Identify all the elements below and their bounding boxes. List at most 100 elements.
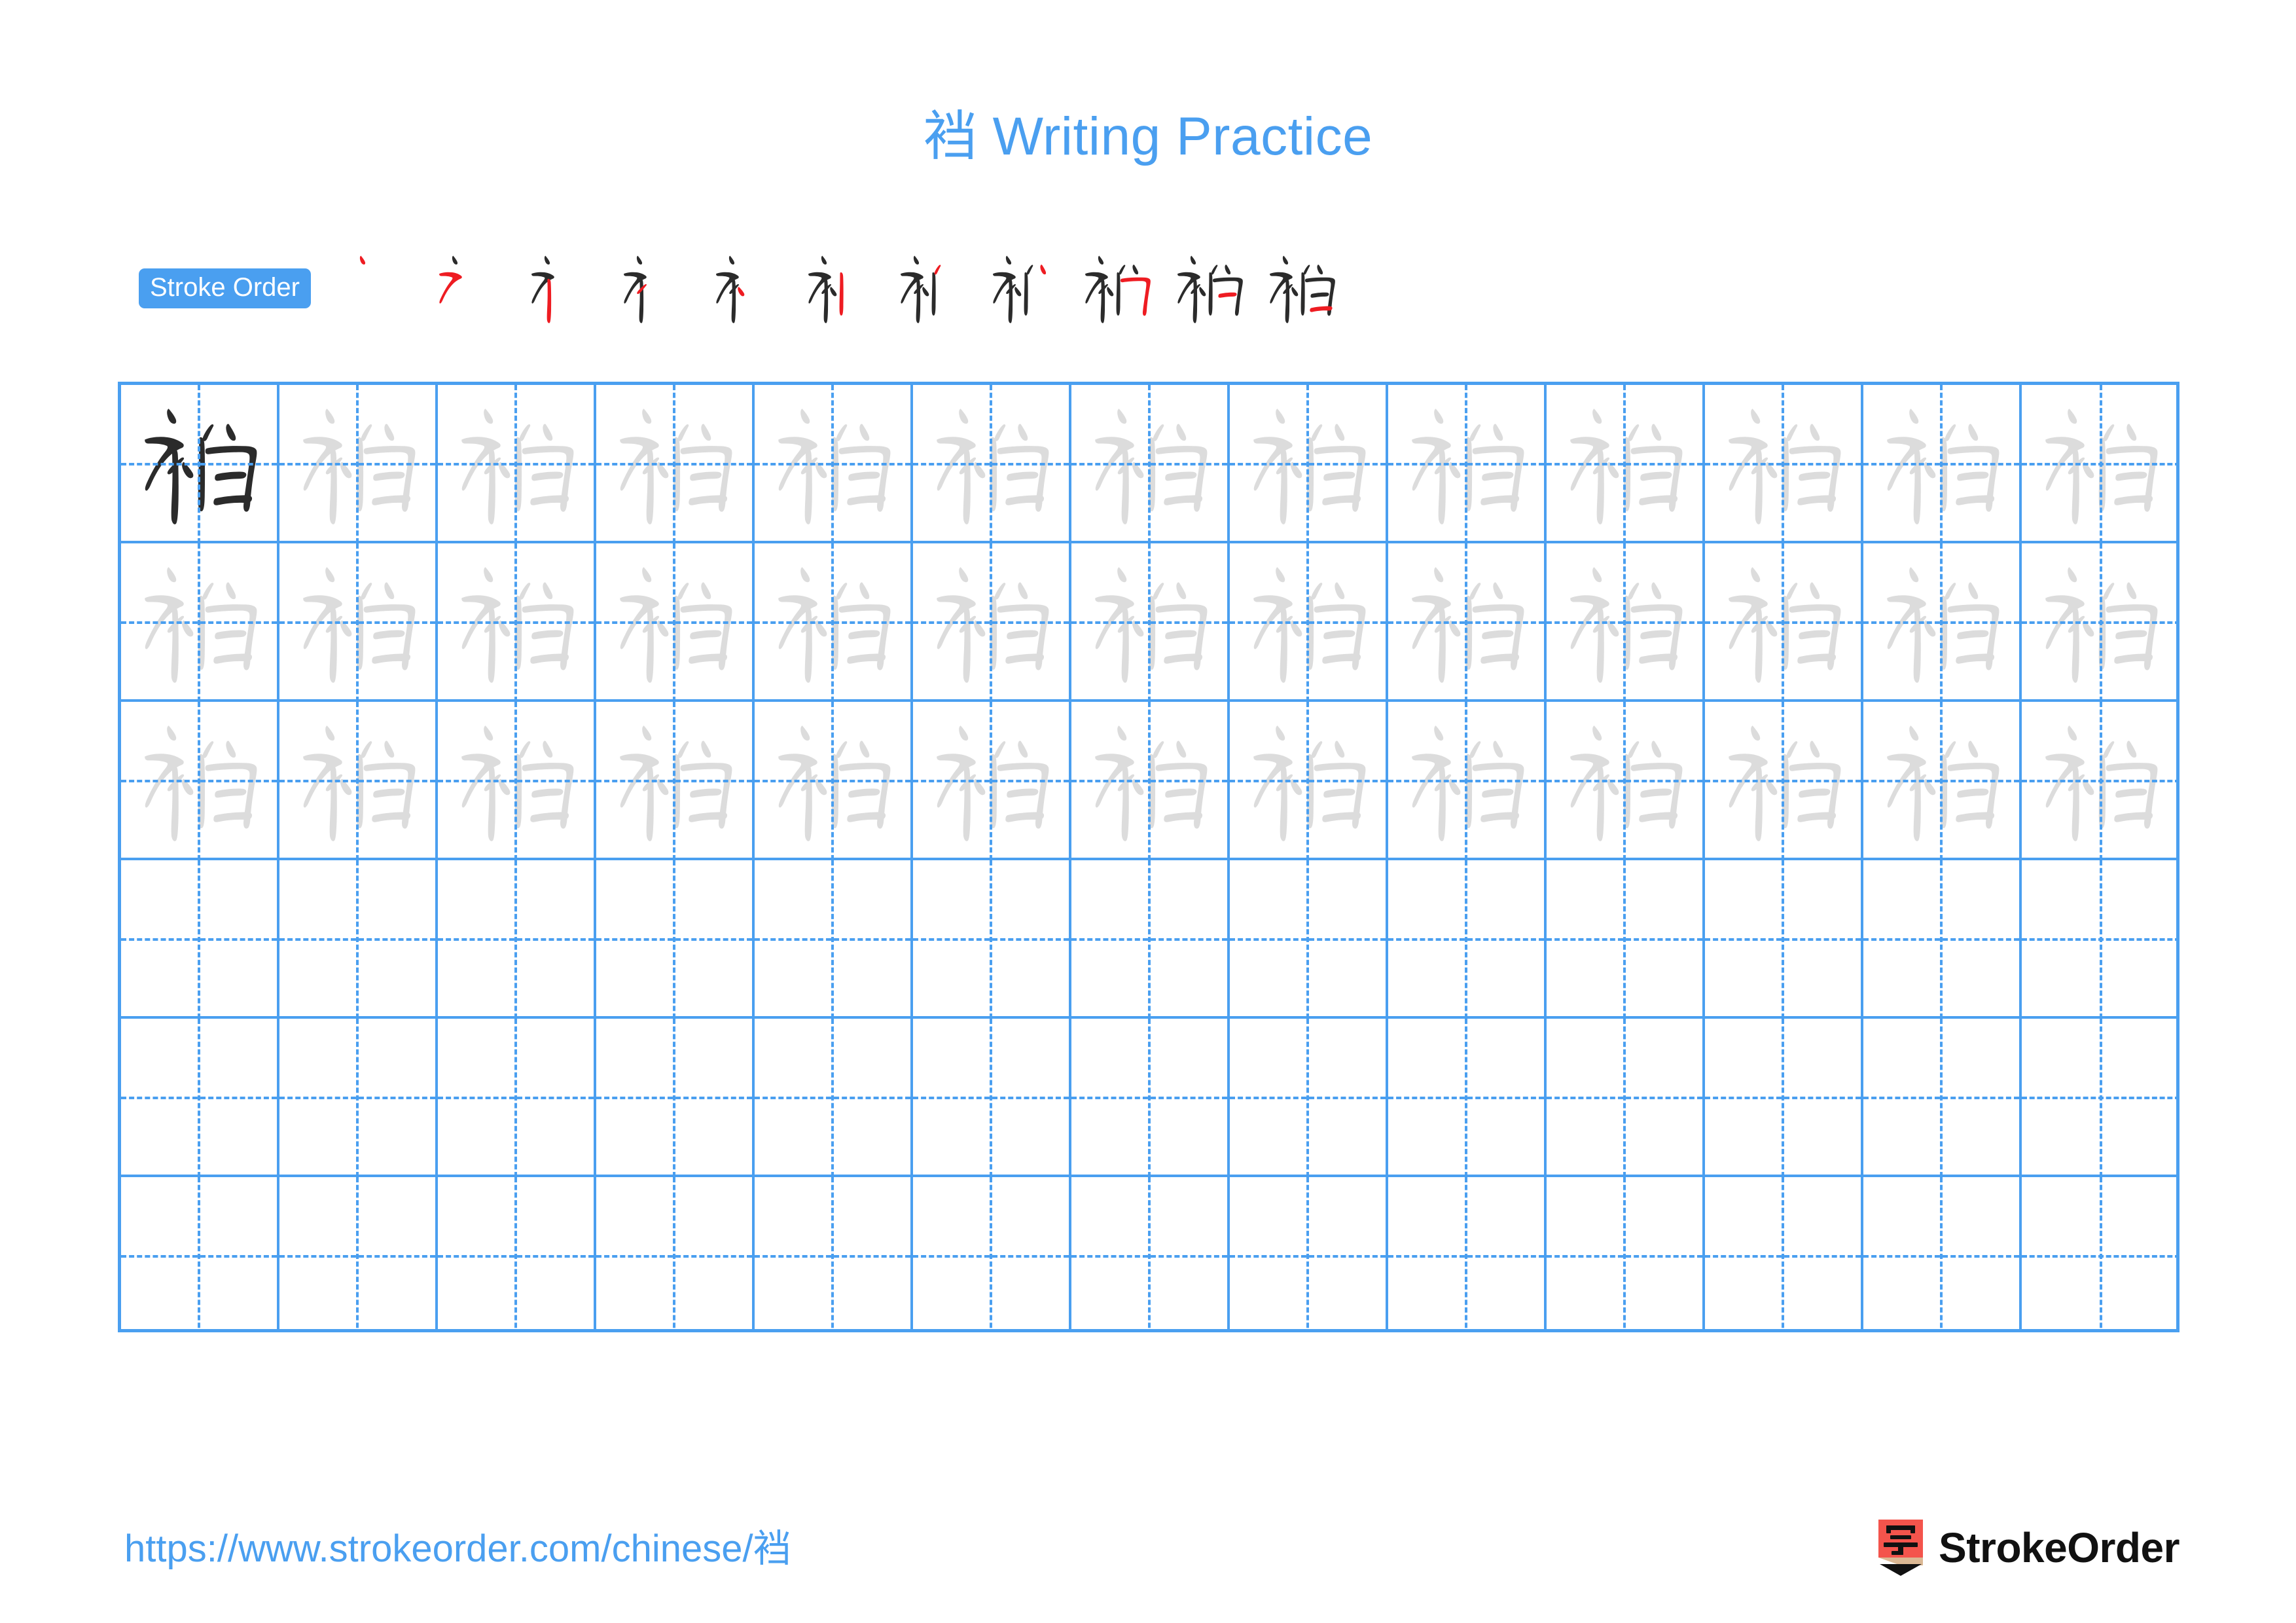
tracing-character — [1095, 725, 1208, 841]
cell-vertical-guide — [1623, 1019, 1626, 1177]
practice-grid-cell[interactable] — [1230, 860, 1388, 1019]
practice-grid-cell[interactable] — [1230, 543, 1388, 702]
practice-grid-cell[interactable] — [596, 702, 755, 860]
practice-grid-cell[interactable] — [121, 543, 279, 702]
practice-grid-cell[interactable] — [913, 860, 1071, 1019]
practice-grid-row — [121, 702, 2176, 860]
practice-grid-cell[interactable] — [1230, 1019, 1388, 1177]
tracing-character — [1412, 409, 1524, 524]
practice-grid-cell[interactable] — [121, 860, 279, 1019]
practice-grid-cell[interactable] — [1071, 1019, 1230, 1177]
tracing-character — [1412, 567, 1524, 683]
stroke-step-glyph — [1085, 255, 1151, 323]
practice-grid-cell[interactable] — [755, 385, 913, 543]
tracing-character — [778, 409, 891, 524]
practice-grid-cell[interactable] — [438, 1019, 596, 1177]
practice-grid-cell[interactable] — [279, 1177, 438, 1329]
practice-grid-cell[interactable] — [1388, 385, 1547, 543]
practice-grid-row — [121, 860, 2176, 1019]
practice-grid-cell[interactable] — [2022, 543, 2176, 702]
practice-grid-cell[interactable] — [438, 543, 596, 702]
practice-grid-cell[interactable] — [755, 543, 913, 702]
practice-grid-cell[interactable] — [755, 1177, 913, 1329]
practice-grid-cell[interactable] — [1230, 385, 1388, 543]
practice-grid-cell[interactable] — [1863, 702, 2022, 860]
practice-grid-cell[interactable] — [1388, 543, 1547, 702]
practice-grid-cell[interactable] — [1388, 1019, 1547, 1177]
tracing-character — [1412, 725, 1524, 841]
practice-grid-cell[interactable] — [1705, 543, 1863, 702]
practice-grid-cell[interactable] — [1863, 1019, 2022, 1177]
practice-grid-cell[interactable] — [1705, 860, 1863, 1019]
practice-grid-cell[interactable] — [438, 702, 596, 860]
practice-grid-cell[interactable] — [438, 385, 596, 543]
practice-grid-cell[interactable] — [1863, 860, 2022, 1019]
practice-grid-cell[interactable] — [755, 1019, 913, 1177]
practice-grid-cell[interactable] — [2022, 1019, 2176, 1177]
practice-grid-cell[interactable] — [1863, 543, 2022, 702]
practice-grid-cell[interactable] — [121, 1019, 279, 1177]
practice-grid-cell[interactable] — [1705, 1177, 1863, 1329]
practice-grid-cell[interactable] — [755, 702, 913, 860]
practice-grid-cell[interactable] — [913, 1177, 1071, 1329]
practice-grid-cell[interactable] — [1071, 385, 1230, 543]
practice-grid-cell[interactable] — [1547, 1019, 1705, 1177]
source-url[interactable]: https://www.strokeorder.com/chinese/裆 — [124, 1530, 791, 1568]
practice-grid-cell[interactable] — [1547, 1177, 1705, 1329]
practice-grid-cell[interactable] — [279, 860, 438, 1019]
cell-vertical-guide — [1782, 1177, 1784, 1329]
practice-grid-cell[interactable] — [596, 860, 755, 1019]
practice-grid-cell[interactable] — [596, 385, 755, 543]
practice-grid-cell[interactable] — [1071, 1177, 1230, 1329]
practice-grid-cell[interactable] — [1230, 702, 1388, 860]
practice-grid-cell[interactable] — [1547, 702, 1705, 860]
practice-grid-cell[interactable] — [1863, 1177, 2022, 1329]
practice-grid-cell[interactable] — [1388, 702, 1547, 860]
tracing-character — [1570, 725, 1683, 841]
practice-grid-cell[interactable] — [913, 1019, 1071, 1177]
practice-grid-cell[interactable] — [438, 860, 596, 1019]
practice-grid-cell[interactable] — [596, 1177, 755, 1329]
practice-grid-cell[interactable] — [1705, 1019, 1863, 1177]
practice-grid-cell[interactable] — [1071, 860, 1230, 1019]
practice-grid-cell[interactable] — [755, 860, 913, 1019]
practice-grid-cell[interactable] — [121, 385, 279, 543]
practice-grid-cell[interactable] — [1230, 1177, 1388, 1329]
tracing-character — [303, 409, 416, 524]
practice-grid-cell[interactable] — [279, 1019, 438, 1177]
practice-grid-cell[interactable] — [596, 543, 755, 702]
practice-grid-cell[interactable] — [1705, 702, 1863, 860]
practice-grid-cell[interactable] — [913, 385, 1071, 543]
brand-name: StrokeOrder — [1939, 1524, 2179, 1571]
practice-grid-cell[interactable] — [2022, 1177, 2176, 1329]
practice-grid-cell[interactable] — [1547, 385, 1705, 543]
practice-grid-cell[interactable] — [2022, 702, 2176, 860]
practice-grid-cell[interactable] — [1705, 385, 1863, 543]
cell-horizontal-guide — [1388, 938, 1544, 941]
practice-grid-cell[interactable] — [279, 385, 438, 543]
practice-grid-cell[interactable] — [1388, 1177, 1547, 1329]
practice-grid-cell[interactable] — [596, 1019, 755, 1177]
practice-grid-cell[interactable] — [279, 543, 438, 702]
practice-grid-cell[interactable] — [279, 702, 438, 860]
practice-grid-cell[interactable] — [913, 702, 1071, 860]
pencil-logo-icon — [1878, 1520, 1924, 1576]
stroke-order-step — [979, 240, 1071, 337]
practice-grid-cell[interactable] — [2022, 860, 2176, 1019]
practice-grid-cell[interactable] — [1547, 543, 1705, 702]
cell-vertical-guide — [673, 1177, 675, 1329]
cell-horizontal-guide — [438, 1097, 594, 1099]
practice-grid-cell[interactable] — [913, 543, 1071, 702]
practice-grid-cell[interactable] — [121, 1177, 279, 1329]
practice-grid-cell[interactable] — [438, 1177, 596, 1329]
practice-grid-cell[interactable] — [1547, 860, 1705, 1019]
practice-grid-cell[interactable] — [1071, 543, 1230, 702]
practice-grid-cell[interactable] — [121, 702, 279, 860]
practice-grid-cell[interactable] — [1388, 860, 1547, 1019]
practice-grid-cell[interactable] — [1071, 702, 1230, 860]
cell-horizontal-guide — [913, 938, 1069, 941]
practice-grid-cell[interactable] — [1863, 385, 2022, 543]
page-title: 裆 Writing Practice — [923, 107, 1373, 166]
practice-grid-cell[interactable] — [2022, 385, 2176, 543]
tracing-character — [2045, 409, 2158, 524]
